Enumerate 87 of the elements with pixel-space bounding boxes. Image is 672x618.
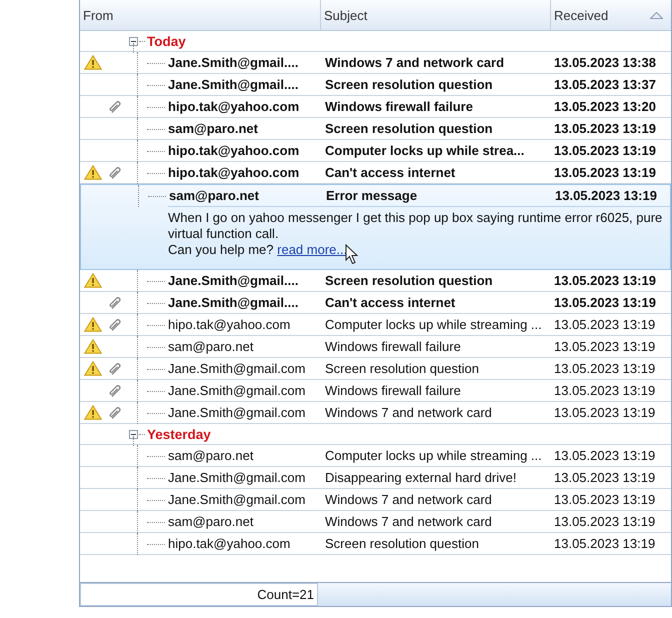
sender: hipo.tak@yahoo.com <box>168 317 290 332</box>
message-preview: When I go on yahoo messenger I get this pop up box saying runtime error r6025, pure virtual function call. <box>168 210 664 242</box>
message-row[interactable]: Jane.Smith@gmail.... Screen resolution question 13.05.2023 13:19 <box>80 270 671 292</box>
message-row[interactable]: Jane.Smith@gmail.... Windows 7 and network card 13.05.2023 13:38 <box>80 52 671 74</box>
sender: hipo.tak@yahoo.com <box>168 143 300 158</box>
subject: Computer locks up while streaming ... <box>324 317 543 332</box>
subject: Windows firewall failure <box>324 99 474 114</box>
received-date: 13.05.2023 13:37 <box>553 77 657 92</box>
sender: sam@paro.net <box>169 188 259 203</box>
sender: Jane.Smith@gmail.com <box>168 383 306 398</box>
message-row[interactable]: hipo.tak@yahoo.com Windows firewall failure 13.05.2023 13:20 <box>80 96 671 118</box>
received-date: 13.05.2023 13:19 <box>553 295 657 310</box>
message-row[interactable]: sam@paro.net Windows firewall failure 13.05.2023 13:19 <box>80 336 671 358</box>
subject: Screen resolution question <box>324 121 494 136</box>
message-row[interactable]: Jane.Smith@gmail.com Windows 7 and network card 13.05.2023 13:19 <box>80 402 671 424</box>
received-date: 13.05.2023 13:19 <box>553 317 656 332</box>
received-date: 13.05.2023 13:19 <box>553 339 656 354</box>
message-row[interactable]: hipo.tak@yahoo.com Screen resolution question 13.05.2023 13:19 <box>80 533 671 555</box>
subject: Windows 7 and network card <box>324 55 506 70</box>
subject: Computer locks up while strea... <box>324 143 526 158</box>
sender: sam@paro.net <box>168 448 254 463</box>
collapse-icon[interactable] <box>129 36 138 46</box>
message-row[interactable]: Jane.Smith@gmail.... Can't access internet 13.05.2023 13:19 <box>80 292 671 314</box>
received-date: 13.05.2023 13:19 <box>553 448 656 463</box>
received-date: 13.05.2023 13:19 <box>553 470 656 485</box>
message-row[interactable]: sam@paro.net Windows 7 and network card 13.05.2023 13:19 <box>80 511 671 533</box>
sender: Jane.Smith@gmail.com <box>168 470 306 485</box>
received-date: 13.05.2023 13:19 <box>553 273 657 288</box>
sender: hipo.tak@yahoo.com <box>168 99 300 114</box>
message-row[interactable]: sam@paro.net Screen resolution question 13.05.2023 13:19 <box>80 118 671 140</box>
received-date: 13.05.2023 13:19 <box>553 361 656 376</box>
message-row[interactable]: Jane.Smith@gmail.com Screen resolution question 13.05.2023 13:19 <box>80 358 671 380</box>
sender: sam@paro.net <box>168 339 254 354</box>
subject: Screen resolution question <box>324 77 494 92</box>
sender: sam@paro.net <box>168 514 254 529</box>
sender: hipo.tak@yahoo.com <box>168 536 290 551</box>
message-preview: Can you help me? <box>168 242 274 257</box>
received-date: 13.05.2023 13:19 <box>553 383 656 398</box>
subject: Windows 7 and network card <box>324 492 493 507</box>
column-header[interactable]: From <box>80 0 321 30</box>
subject: Screen resolution question <box>324 536 480 551</box>
sender: Jane.Smith@gmail.... <box>168 295 298 310</box>
received-date: 13.05.2023 13:19 <box>553 492 656 507</box>
sender: Jane.Smith@gmail.com <box>168 492 306 507</box>
subject: Error message <box>325 188 418 203</box>
received-date: 13.05.2023 13:19 <box>553 143 657 158</box>
subject: Screen resolution question <box>324 273 494 288</box>
column-header[interactable]: Received <box>551 0 671 30</box>
sender: Jane.Smith@gmail.... <box>168 273 298 288</box>
sender: sam@paro.net <box>168 121 258 136</box>
read-more-link[interactable]: read more... <box>277 242 348 257</box>
received-date: 13.05.2023 13:38 <box>553 55 657 70</box>
received-date: 13.05.2023 13:19 <box>554 188 658 203</box>
subject: Can't access internet <box>324 165 456 180</box>
sender: Jane.Smith@gmail.... <box>168 77 298 92</box>
item-count: Count=21 <box>80 583 318 606</box>
received-date: 13.05.2023 13:20 <box>553 99 657 114</box>
subject: Can't access internet <box>324 295 456 310</box>
subject: Computer locks up while streaming ... <box>324 448 543 463</box>
subject: Windows firewall failure <box>324 339 462 354</box>
subject: Windows 7 and network card <box>324 405 493 420</box>
message-row[interactable]: sam@paro.net Computer locks up while streaming ... 13.05.2023 13:19 <box>80 445 671 467</box>
message-row[interactable]: Jane.Smith@gmail.com Windows 7 and network card 13.05.2023 13:19 <box>80 489 671 511</box>
column-header[interactable]: Subject <box>321 0 551 30</box>
collapse-icon[interactable] <box>129 430 138 438</box>
group-label: Yesterday <box>147 426 211 442</box>
received-date: 13.05.2023 13:19 <box>553 121 657 136</box>
group-label: Today <box>147 34 186 48</box>
message-row[interactable]: Jane.Smith@gmail.... Screen resolution question 13.05.2023 13:37 <box>80 74 671 96</box>
subject: Windows firewall failure <box>324 383 462 398</box>
message-row[interactable]: Jane.Smith@gmail.com Disappearing external hard drive! 13.05.2023 13:19 <box>80 467 671 489</box>
subject: Windows 7 and network card <box>324 514 493 529</box>
message-row[interactable]: Jane.Smith@gmail.com Windows firewall failure 13.05.2023 13:19 <box>80 380 671 402</box>
message-row[interactable]: hipo.tak@yahoo.com Computer locks up while streaming ... 13.05.2023 13:19 <box>80 314 671 336</box>
received-date: 13.05.2023 13:19 <box>553 405 656 420</box>
received-date: 13.05.2023 13:19 <box>553 165 657 180</box>
message-row[interactable]: sam@paro.net Error message 13.05.2023 13:19 When I go on yahoo messenger I get this pop up box saying runtime error r6025, pure virtual function call. Can you help me? read more... <box>80 184 671 270</box>
sender: Jane.Smith@gmail.com <box>168 405 306 420</box>
mouse-pointer-icon <box>345 244 360 265</box>
received-date: 13.05.2023 13:19 <box>553 514 656 529</box>
received-date: 13.05.2023 13:19 <box>553 536 656 551</box>
sender: Jane.Smith@gmail.com <box>168 361 306 376</box>
sender: Jane.Smith@gmail.... <box>168 55 298 70</box>
message-row[interactable]: hipo.tak@yahoo.com Computer locks up while strea... 13.05.2023 13:19 <box>80 140 671 162</box>
sender: hipo.tak@yahoo.com <box>168 165 300 180</box>
subject: Screen resolution question <box>324 361 480 376</box>
subject: Disappearing external hard drive! <box>324 470 518 485</box>
